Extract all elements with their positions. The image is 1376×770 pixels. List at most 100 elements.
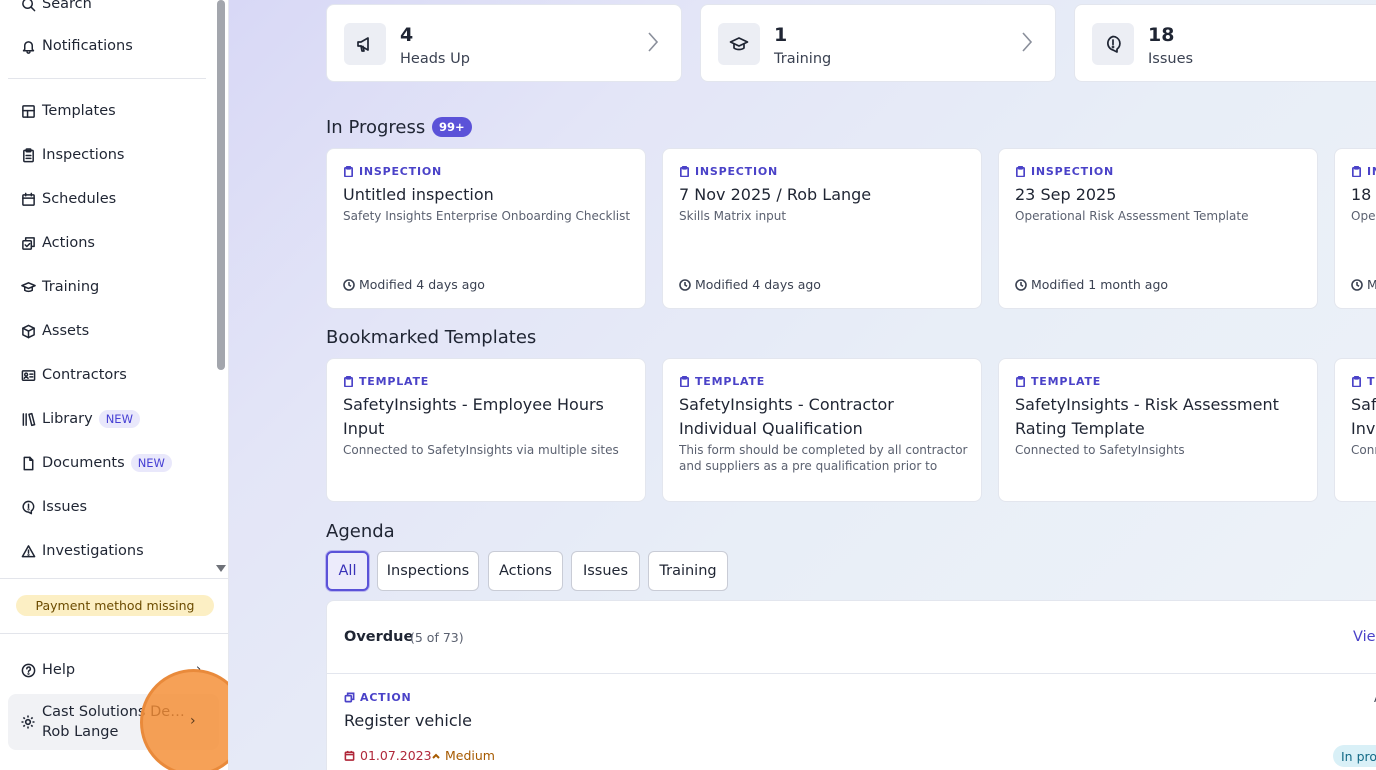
in-progress-card[interactable]: IN 18 S Oper M [1334, 148, 1376, 309]
card-subtitle: Connected to SafetyInsights via multiple… [343, 443, 619, 457]
card-title: 18 S [1351, 185, 1376, 204]
stat-value: 18 [1148, 24, 1175, 46]
sidebar-item-search[interactable]: Search [8, 0, 208, 22]
stat-card-issues[interactable]: 18 Issues [1074, 4, 1376, 82]
template-card[interactable]: TEMPLATE SafetyInsights - Employee Hours… [326, 358, 646, 502]
clock-icon [679, 278, 691, 291]
card-modified: Modified 4 days ago [679, 277, 821, 292]
agenda-item-type: ACTION [344, 691, 412, 704]
card-title: 23 Sep 2025 [1015, 185, 1117, 204]
overdue-label: Overdue [344, 629, 414, 645]
template-card[interactable]: TE Safe Inv Conn [1334, 358, 1376, 502]
warning-icon [20, 543, 36, 559]
in-progress-card[interactable]: INSPECTION 23 Sep 2025 Operational Risk … [998, 148, 1318, 309]
new-badge: NEW [130, 454, 172, 472]
sidebar-item-investigations[interactable]: Investigations [8, 533, 208, 569]
stat-card-training[interactable]: 1 Training [700, 4, 1056, 82]
agenda-item-title: Register vehicle [344, 711, 472, 730]
template-card[interactable]: TEMPLATE SafetyInsights - Risk Assessmen… [998, 358, 1318, 502]
agenda-divider [327, 673, 1376, 674]
megaphone-icon [344, 23, 386, 65]
card-type: TEMPLATE [679, 375, 765, 388]
filter-training[interactable]: Training [648, 551, 728, 591]
sidebar-item-documents[interactable]: Documents NEW [8, 445, 208, 481]
filter-actions[interactable]: Actions [488, 551, 563, 591]
sidebar-divider [0, 578, 228, 579]
card-subtitle: Connected to SafetyInsights [1015, 443, 1185, 457]
help-circle-icon [20, 662, 36, 678]
sidebar-item-issues[interactable]: Issues [8, 489, 208, 525]
scroll-down-arrow-icon[interactable] [216, 565, 226, 572]
sidebar-item-actions[interactable]: Actions [8, 225, 208, 261]
sidebar-scrollbar[interactable] [217, 0, 225, 370]
sidebar-item-inspections[interactable]: Inspections [8, 137, 208, 173]
card-subtitle: Skills Matrix input [679, 209, 787, 223]
payment-missing-badge[interactable]: Payment method missing [16, 595, 214, 616]
card-subtitle: Oper [1351, 209, 1376, 223]
clock-icon [343, 278, 355, 291]
sidebar-divider [0, 633, 228, 634]
card-subtitle: Safety Insights Enterprise Onboarding Ch… [343, 209, 631, 223]
in-progress-card[interactable]: INSPECTION Untitled inspection Safety In… [326, 148, 646, 309]
sidebar-item-label: Assets [42, 323, 90, 339]
sidebar-item-label: Notifications [42, 38, 133, 54]
user-name: Rob Lange [42, 724, 119, 740]
card-title: SafetyInsights - Contractor Individual Q… [679, 395, 894, 438]
template-card[interactable]: TEMPLATE SafetyInsights - Contractor Ind… [662, 358, 982, 502]
chevron-right-icon [647, 31, 659, 55]
chevron-right-icon [1021, 31, 1033, 55]
filter-inspections[interactable]: Inspections [377, 551, 479, 591]
clock-icon [1351, 278, 1363, 291]
actions-icon [20, 235, 36, 251]
sidebar-item-label: Documents [42, 455, 125, 471]
card-title: Untitled inspection [343, 185, 494, 204]
layout-icon [20, 103, 36, 119]
view-all-link[interactable]: View [1353, 629, 1376, 645]
card-type: TE [1351, 375, 1376, 388]
sidebar-item-label: Templates [42, 103, 116, 119]
agenda-panel: Overdue (5 of 73) View ACTION Register v… [326, 600, 1376, 770]
sidebar-item-label: Library [42, 411, 93, 427]
agenda-item-priority: Medium [431, 748, 495, 763]
clipboard-icon [680, 166, 689, 177]
main-content: 4 Heads Up 1 Training 18 Issues In Progr… [229, 0, 1376, 770]
graduation-cap-icon [20, 279, 36, 295]
card-title: Safe Inv [1351, 395, 1376, 438]
sidebar-item-assets[interactable]: Assets [8, 313, 208, 349]
sidebar-divider [8, 78, 206, 79]
sidebar-item-notifications[interactable]: Notifications [8, 28, 208, 64]
sidebar-item-training[interactable]: Training [8, 269, 208, 305]
search-icon [20, 0, 36, 12]
sidebar-item-library[interactable]: Library NEW [8, 401, 208, 437]
filter-issues[interactable]: Issues [571, 551, 640, 591]
in-progress-card[interactable]: INSPECTION 7 Nov 2025 / Rob Lange Skills… [662, 148, 982, 309]
stat-card-heads-up[interactable]: 4 Heads Up [326, 4, 682, 82]
sidebar-item-label: Investigations [42, 543, 144, 559]
clipboard-icon [1352, 166, 1361, 177]
sidebar-item-schedules[interactable]: Schedules [8, 181, 208, 217]
cube-icon [20, 323, 36, 339]
stat-label: Issues [1148, 51, 1194, 67]
sidebar: Search Notifications Templates Inspectio… [0, 0, 229, 770]
card-type: TEMPLATE [343, 375, 429, 388]
filter-all[interactable]: All [326, 551, 369, 591]
card-type: INSPECTION [343, 165, 442, 178]
sidebar-item-templates[interactable]: Templates [8, 93, 208, 129]
library-icon [20, 411, 36, 427]
sidebar-item-label: Inspections [42, 147, 125, 163]
card-title: SafetyInsights - Risk Assessment Rating … [1015, 395, 1279, 438]
chevron-right-icon[interactable]: › [190, 713, 196, 729]
clipboard-icon [1352, 376, 1361, 387]
card-subtitle: Operational Risk Assessment Template [1015, 209, 1249, 223]
clipboard-icon [344, 166, 353, 177]
bookmarked-title: Bookmarked Templates [326, 327, 537, 348]
clock-icon [1015, 278, 1027, 291]
stat-label: Training [774, 51, 832, 67]
bell-icon [20, 38, 36, 54]
clipboard-icon [1016, 166, 1025, 177]
sidebar-item-label: Contractors [42, 367, 127, 383]
card-type: INSPECTION [679, 165, 778, 178]
card-type: IN [1351, 165, 1376, 178]
calendar-icon [344, 750, 355, 761]
sidebar-item-contractors[interactable]: Contractors [8, 357, 208, 393]
